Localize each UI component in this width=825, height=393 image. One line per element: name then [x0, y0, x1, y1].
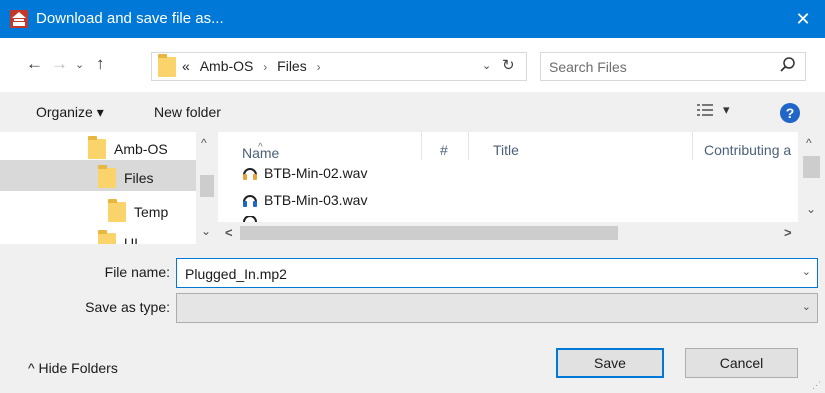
toolbar: Organize ▾ New folder ▾ ?	[0, 92, 825, 132]
folder-icon	[88, 136, 106, 159]
list-item[interactable]: BTB-Min-03.wav	[242, 189, 367, 211]
search-input[interactable]	[547, 56, 771, 77]
details-view-icon	[697, 104, 713, 116]
column-header-number[interactable]: #	[440, 142, 448, 158]
save-as-type-select[interactable]: ⌄	[176, 293, 818, 323]
breadcrumb-overflow[interactable]: «	[182, 58, 190, 74]
resize-grip-icon[interactable]: ⋰	[812, 380, 821, 391]
column-header-name[interactable]: Name	[242, 145, 279, 161]
file-list-horizontal-scrollbar[interactable]: < >	[218, 222, 825, 244]
scroll-up-arrow[interactable]: ^	[201, 136, 207, 150]
file-list-vertical-scrollbar[interactable]: ^ ⌄	[798, 132, 825, 222]
close-button[interactable]: ✕	[781, 0, 825, 38]
title-bar: Download and save file as... ✕	[0, 0, 825, 38]
tree-item-label: Amb-OS	[114, 141, 168, 157]
app-icon	[10, 10, 28, 28]
tree-item-label: UI	[124, 235, 138, 244]
tree-item-files[interactable]: Files	[98, 163, 154, 193]
column-divider[interactable]	[692, 132, 693, 160]
new-folder-button[interactable]: New folder	[154, 104, 221, 120]
tree-item-label: Files	[124, 170, 154, 186]
scrollbar-thumb[interactable]	[803, 156, 820, 178]
breadcrumb: « Amb-OS › Files ›	[182, 58, 327, 74]
save-button[interactable]: Save	[556, 348, 664, 378]
back-button[interactable]: ←	[26, 54, 43, 74]
folder-icon	[158, 54, 178, 77]
view-dropdown-arrow: ▾	[723, 102, 730, 117]
scrollbar-thumb[interactable]	[200, 175, 214, 197]
forward-button[interactable]: →	[51, 54, 68, 74]
breadcrumb-separator[interactable]: ›	[257, 60, 273, 74]
breadcrumb-item-files[interactable]: Files	[277, 58, 307, 74]
scrollbar-thumb[interactable]	[240, 226, 618, 240]
audio-file-icon	[243, 168, 257, 180]
scroll-down-arrow[interactable]: ⌄	[806, 202, 816, 216]
column-header-contributing-artists[interactable]: Contributing a	[704, 142, 791, 158]
chevron-down-icon[interactable]: ⌄	[802, 300, 811, 313]
audio-file-icon	[243, 195, 257, 207]
folder-icon	[98, 165, 116, 188]
address-dropdown-button[interactable]: ⌄	[482, 59, 491, 72]
list-item[interactable]: BTB-Min-02.wav	[242, 162, 367, 184]
change-view-button[interactable]: ▾	[697, 102, 730, 118]
column-divider[interactable]	[468, 132, 469, 160]
file-name-input[interactable]	[183, 262, 787, 285]
cancel-button[interactable]: Cancel	[685, 348, 798, 378]
tree-item-label: Temp	[134, 204, 169, 220]
file-name: BTB-Min-03.wav	[264, 192, 368, 208]
folder-icon	[108, 199, 126, 222]
breadcrumb-item-amb-os[interactable]: Amb-OS	[194, 58, 254, 74]
address-bar[interactable]: « Amb-OS › Files › ⌄ ↻	[151, 52, 527, 81]
file-list: ^ Name # Title Contributing a BTB-Min-02…	[218, 132, 825, 244]
breadcrumb-separator[interactable]: ›	[311, 60, 327, 74]
tree-item-temp[interactable]: Temp	[108, 197, 168, 227]
refresh-button[interactable]: ↻	[502, 56, 515, 74]
tree-item-amb-os[interactable]: Amb-OS	[88, 134, 168, 164]
column-divider[interactable]	[421, 132, 422, 160]
recent-locations-button[interactable]: ⌄	[75, 58, 84, 71]
scroll-right-arrow[interactable]: >	[784, 225, 792, 240]
navigation-bar: ← → ⌄ ↑ « Amb-OS › Files › ⌄ ↻	[0, 38, 825, 92]
search-box	[540, 52, 806, 81]
chevron-down-icon[interactable]: ⌄	[802, 265, 811, 278]
help-button[interactable]: ?	[780, 103, 800, 123]
save-as-type-label: Save as type:	[85, 299, 170, 315]
save-form: File name: ⌄ Save as type: ⌄ ^ Hide Fold…	[0, 244, 825, 393]
column-header-title[interactable]: Title	[493, 142, 519, 158]
file-name: BTB-Min-02.wav	[264, 165, 368, 181]
tree-item-ui[interactable]: UI	[98, 228, 138, 244]
tree-scrollbar[interactable]: ^ ⌄	[196, 132, 218, 244]
file-name-combobox: ⌄	[176, 258, 818, 288]
hide-folders-button[interactable]: ^ Hide Folders	[28, 360, 118, 376]
folder-tree: Amb-OS Files Temp UI ^ ⌄	[0, 132, 218, 244]
organize-button[interactable]: Organize ▾	[36, 104, 104, 121]
window-title: Download and save file as...	[36, 10, 224, 27]
file-name-label: File name:	[104, 264, 170, 280]
scroll-down-arrow[interactable]: ⌄	[201, 224, 211, 238]
folder-icon	[98, 230, 116, 244]
search-icon[interactable]	[779, 56, 797, 74]
scroll-left-arrow[interactable]: <	[225, 225, 233, 240]
up-button[interactable]: ↑	[96, 54, 105, 74]
scroll-up-arrow[interactable]: ^	[806, 136, 812, 150]
